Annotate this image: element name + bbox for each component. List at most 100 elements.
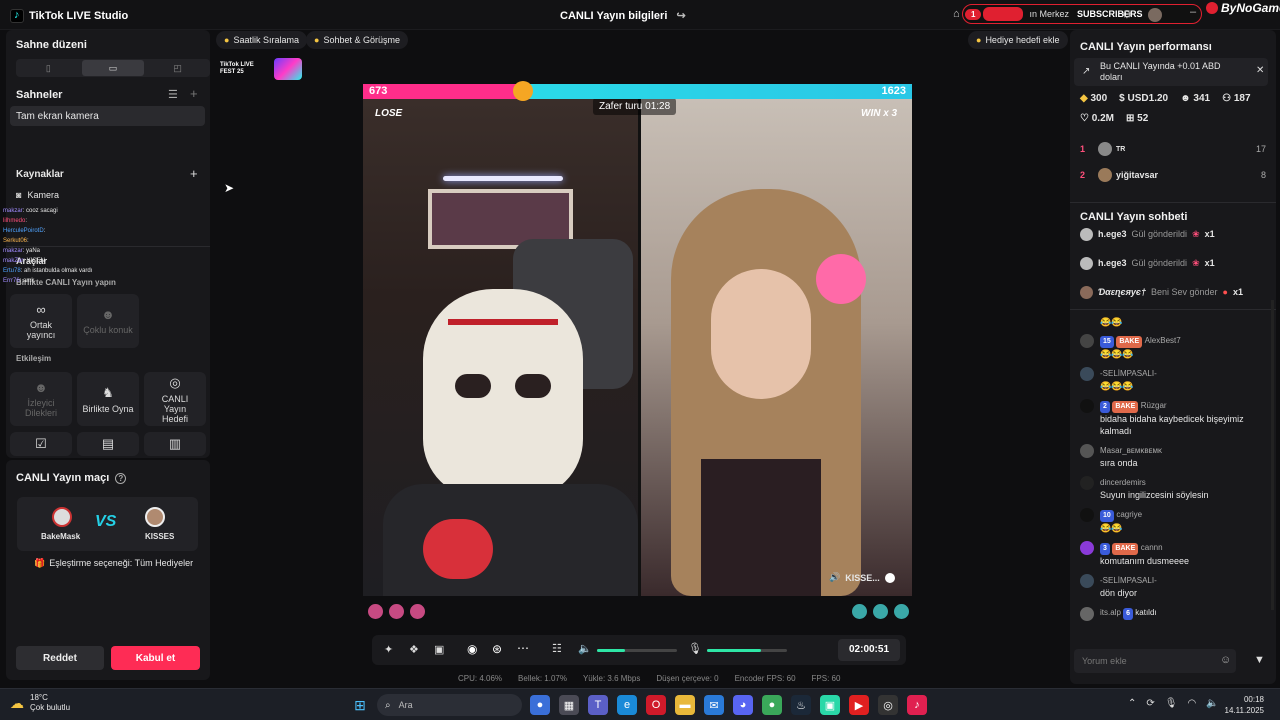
windows-start-icon[interactable]: ⊞ bbox=[350, 695, 370, 715]
poll-button[interactable]: ☑ bbox=[10, 432, 72, 456]
wifi-icon[interactable]: ◠ bbox=[1187, 698, 1196, 709]
chat-user: Masar_ʙᴇᴍᴋʙᴇᴍᴋ bbox=[1100, 446, 1163, 455]
store-icon[interactable]: ▦ bbox=[559, 695, 579, 715]
folder-icon[interactable]: ▬ bbox=[675, 695, 695, 715]
steam-icon[interactable]: ♨ bbox=[791, 695, 811, 715]
brand-logo: ByNoGame bbox=[1206, 1, 1280, 15]
mixer-icon[interactable]: ☷ bbox=[552, 642, 562, 655]
followers-icon: ⚇ bbox=[1222, 93, 1232, 104]
search-box[interactable]: ⌕ Ara bbox=[377, 694, 522, 716]
guest-face bbox=[711, 269, 811, 399]
share-icon: ↪ bbox=[676, 10, 686, 22]
multi-guest-button[interactable]: ☻ Çoklu konuk bbox=[77, 294, 139, 348]
score-left: 673 bbox=[369, 85, 388, 97]
add-scene-icon[interactable]: + bbox=[190, 86, 198, 101]
chat-scrollbar[interactable] bbox=[1271, 300, 1274, 610]
overlay-user: makzar bbox=[3, 208, 23, 214]
speaker-tray-icon[interactable]: 🔈 bbox=[1206, 698, 1218, 709]
promo-banner[interactable]: 1 ın Merkez SUBSCRIBERS bbox=[962, 4, 1202, 24]
guest-tag[interactable]: 🔊 KISSE... bbox=[829, 572, 895, 583]
mic-icon[interactable]: 🎙 bbox=[688, 642, 702, 655]
chrome-alt-icon[interactable]: ● bbox=[762, 695, 782, 715]
volume-icon[interactable]: 🔈 bbox=[578, 642, 592, 655]
rank-value: 8 bbox=[1260, 170, 1266, 180]
layout-portrait-option[interactable]: ▯ bbox=[17, 60, 80, 76]
likes-metric: ♡ 0.2M bbox=[1080, 113, 1114, 124]
tiktok-logo-icon bbox=[10, 9, 24, 23]
box-button[interactable]: ▤ bbox=[77, 432, 139, 456]
screen-icon[interactable]: ▣ bbox=[434, 643, 444, 656]
mask-eye bbox=[455, 374, 491, 398]
sync-icon[interactable]: ⟳ bbox=[1146, 698, 1154, 709]
edge-icon[interactable]: e bbox=[617, 695, 637, 715]
filter-icon[interactable]: ▼ bbox=[1254, 654, 1265, 666]
camera-switch-icon[interactable]: ⊛ bbox=[492, 642, 502, 656]
gift-user: Ɗαɛɳєяує† bbox=[1098, 287, 1146, 297]
window-minimize[interactable]: – bbox=[1190, 6, 1196, 18]
chevron-up-icon[interactable]: ⌃ bbox=[1128, 698, 1136, 709]
chat-text: 😂😂 bbox=[1100, 523, 1123, 533]
cohost-button[interactable]: ∞ Ortak yayıncı bbox=[10, 294, 72, 348]
home-icon[interactable]: ⌂ bbox=[953, 8, 960, 20]
ranking-row[interactable]: 1 TR 17 bbox=[1080, 142, 1266, 156]
discord-icon[interactable]: ◕ bbox=[733, 695, 753, 715]
level-badge: 10 bbox=[1100, 510, 1114, 522]
tiktok-icon[interactable]: ♪ bbox=[907, 695, 927, 715]
add-source-icon[interactable]: + bbox=[190, 166, 198, 181]
clock[interactable]: 00:18 14.11.2025 bbox=[1222, 694, 1264, 716]
live-goal-button[interactable]: ◎ CANLI Yayın Hedefi bbox=[144, 372, 206, 426]
mail-icon[interactable]: ✉ bbox=[704, 695, 724, 715]
effects-icon[interactable]: ❖ bbox=[409, 643, 419, 656]
fest-logo-icon bbox=[274, 58, 302, 80]
record-icon[interactable]: ◉ bbox=[467, 642, 477, 656]
weather-widget[interactable]: ☁ 18°C Çok bulutlu bbox=[10, 693, 70, 713]
teams-icon[interactable]: T bbox=[588, 695, 608, 715]
list-icon[interactable]: ☰ bbox=[168, 88, 178, 101]
close-icon[interactable]: ✕ bbox=[1256, 65, 1264, 76]
ranking-row[interactable]: 2 yiğitavsar 8 bbox=[1080, 168, 1266, 182]
mic-tray-icon[interactable]: 🎙 bbox=[1165, 698, 1178, 709]
volume-slider[interactable] bbox=[597, 649, 677, 652]
chat-message: Masar_ʙᴇᴍᴋʙᴇᴍᴋ sıra onda bbox=[1080, 444, 1266, 469]
overlay-text: : cooz sacagi bbox=[22, 208, 58, 214]
gift-text: Gül gönderildi bbox=[1131, 258, 1188, 268]
emoji-picker-icon[interactable]: ☺ bbox=[1220, 654, 1231, 666]
viewer-wishes-button[interactable]: ☻ İzleyici Dilekleri bbox=[10, 372, 72, 426]
hourly-ranking-chip[interactable]: ● Saatlik Sıralama bbox=[216, 31, 307, 49]
layout-landscape-option[interactable]: ▭ bbox=[81, 60, 145, 76]
dollar-icon: $ bbox=[1119, 93, 1125, 104]
chrome-icon[interactable]: ● bbox=[530, 695, 550, 715]
emoji-icon bbox=[513, 81, 533, 101]
accept-button[interactable]: Kabul et bbox=[111, 646, 200, 670]
avatar[interactable] bbox=[1148, 8, 1162, 22]
gift-goal-chip[interactable]: ● Hediye hedefi ekle bbox=[968, 31, 1068, 49]
settings-icon[interactable]: ⚙ bbox=[1122, 8, 1132, 21]
youtube-icon[interactable]: ▶ bbox=[849, 695, 869, 715]
help-icon[interactable]: ? bbox=[115, 472, 127, 484]
magic-icon[interactable]: ✦ bbox=[384, 643, 393, 656]
live-info-button[interactable]: CANLI Yayın bilgileri ↪ bbox=[560, 9, 686, 22]
wish-icon: ☻ bbox=[34, 380, 48, 395]
supporter-icon bbox=[852, 604, 867, 619]
app-icon[interactable]: ▣ bbox=[820, 695, 840, 715]
obs-icon[interactable]: ◎ bbox=[878, 695, 898, 715]
play-together-button[interactable]: ♞ Birlikte Oyna bbox=[77, 372, 139, 426]
host-video bbox=[363, 99, 638, 596]
overlay-line: HerculePoirotD: bbox=[3, 226, 153, 236]
decline-button[interactable]: Reddet bbox=[16, 646, 104, 670]
overlay-line: Serkut06: bbox=[3, 236, 153, 246]
mic-slider[interactable] bbox=[707, 649, 787, 652]
scene-item[interactable]: Tam ekran kamera bbox=[10, 106, 205, 126]
opera-icon[interactable]: O bbox=[646, 695, 666, 715]
more-icon[interactable]: ⋯ bbox=[517, 641, 529, 655]
rose-icon: ❀ bbox=[1192, 257, 1200, 268]
comment-input[interactable]: Yorum ekle ☺ bbox=[1074, 649, 1236, 673]
usd-value: USD1.20 bbox=[1127, 93, 1169, 104]
layout-custom-option[interactable]: ◰ bbox=[146, 60, 209, 76]
archive-button[interactable]: ▥ bbox=[144, 432, 206, 456]
chat-user: dincerdemirs bbox=[1100, 478, 1146, 487]
red-highlight bbox=[983, 7, 1024, 21]
overlay-text: : bbox=[27, 238, 29, 244]
camera-source[interactable]: ◙ Kamera bbox=[16, 190, 59, 200]
chat-call-chip[interactable]: ● Sohbet & Görüşme bbox=[306, 31, 408, 49]
